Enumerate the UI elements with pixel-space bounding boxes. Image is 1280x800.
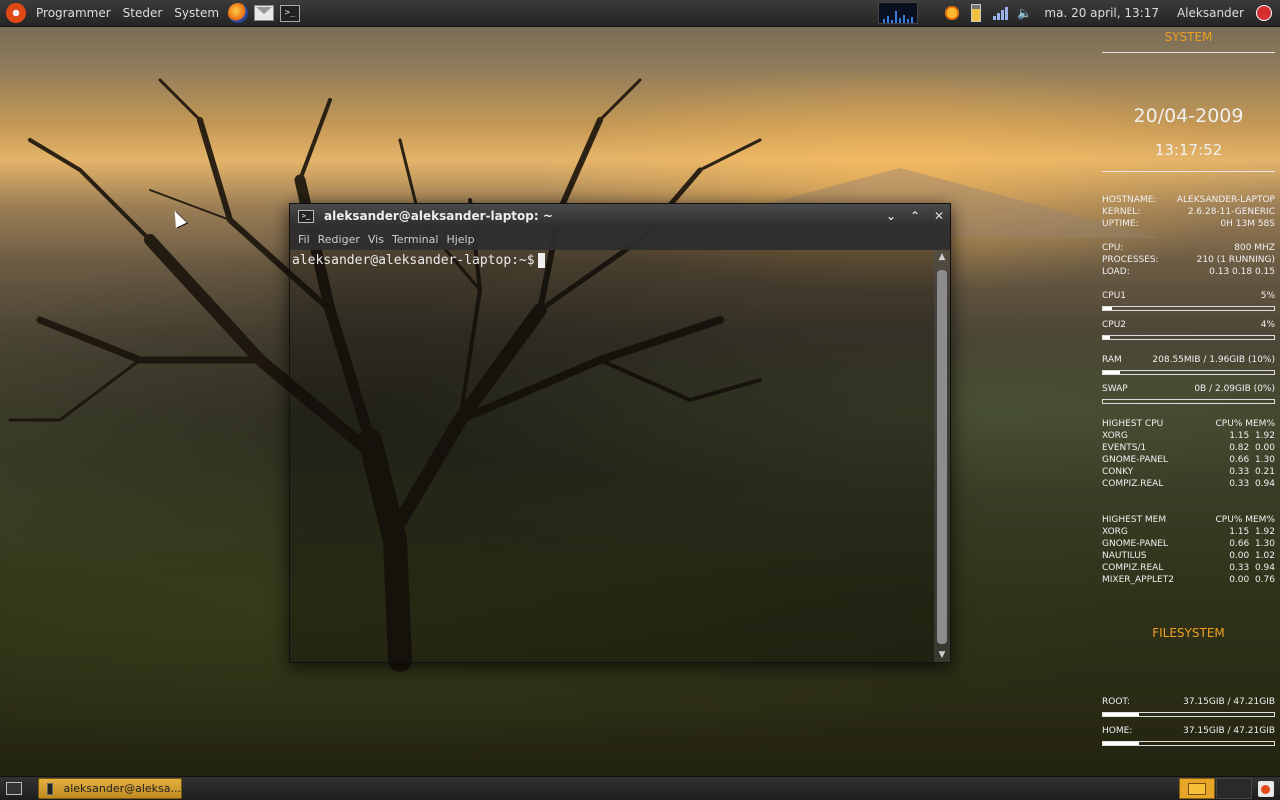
ram-bar bbox=[1102, 370, 1275, 375]
filesystem-heading: FILESYSTEM bbox=[1152, 626, 1225, 640]
info-row: PROCESSES: 210 (1 RUNNING) bbox=[1102, 255, 1275, 265]
process-row: XORG 1.15 1.92 bbox=[1102, 431, 1275, 441]
maximize-button[interactable]: ⌃ bbox=[904, 207, 926, 225]
highest-cpu-header: HIGHEST CPU CPU% MEM% bbox=[1102, 419, 1275, 429]
terminal-launcher[interactable]: >_ bbox=[279, 2, 301, 24]
mail-launcher[interactable] bbox=[253, 2, 275, 24]
terminal-window: >_ aleksander@aleksander-laptop: ~ ⌄ ⌃ ✕… bbox=[289, 203, 951, 663]
process-row: XORG 1.15 1.92 bbox=[1102, 527, 1275, 537]
text-cursor bbox=[537, 253, 545, 268]
terminal-icon: >_ bbox=[280, 4, 301, 22]
user-menu[interactable]: Aleksander bbox=[1171, 0, 1250, 26]
window-titlebar[interactable]: >_ aleksander@aleksander-laptop: ~ ⌄ ⌃ ✕ bbox=[290, 204, 950, 228]
mail-icon bbox=[254, 5, 275, 21]
menu-places[interactable]: Steder bbox=[117, 0, 169, 26]
home-bar bbox=[1102, 741, 1275, 746]
process-row: EVENTS/1 0.82 0.00 bbox=[1102, 443, 1275, 453]
scroll-down-arrow-icon[interactable]: ▼ bbox=[934, 648, 950, 662]
terminal-icon: >_ bbox=[298, 209, 314, 223]
weather-icon[interactable] bbox=[943, 4, 962, 22]
volume-icon[interactable]: 🔈 bbox=[1015, 4, 1033, 22]
home-row: HOME: 37.15GIB / 47.21GIB bbox=[1102, 726, 1275, 736]
root-row: ROOT: 37.15GIB / 47.21GIB bbox=[1102, 697, 1275, 707]
taskbar-terminal-button[interactable]: aleksander@aleksa... bbox=[38, 778, 182, 799]
info-row: UPTIME: 0H 13M 58S bbox=[1102, 219, 1275, 229]
menu-terminal[interactable]: Terminal bbox=[388, 233, 443, 246]
terminal-icon bbox=[47, 782, 54, 795]
firefox-launcher[interactable] bbox=[227, 2, 249, 24]
ram-row: RAM 208.55MIB / 1.96GIB (10%) bbox=[1102, 355, 1275, 365]
menu-file[interactable]: Fil bbox=[294, 233, 314, 246]
info-row: KERNEL: 2.6.28-11-GENERIC bbox=[1102, 207, 1275, 217]
menu-applications[interactable]: Programmer bbox=[30, 0, 117, 26]
ubuntu-logo-icon[interactable] bbox=[6, 3, 26, 23]
scrollbar-thumb[interactable] bbox=[937, 270, 947, 644]
taskbar-label: aleksander@aleksa... bbox=[63, 782, 181, 795]
conky-time: 13:17:52 bbox=[1154, 141, 1223, 159]
swap-row: SWAP 0B / 2.09GIB (0%) bbox=[1102, 384, 1275, 394]
workspace-2[interactable] bbox=[1216, 778, 1252, 799]
root-bar bbox=[1102, 712, 1275, 717]
terminal-scrollbar[interactable]: ▲ ▼ bbox=[934, 250, 950, 662]
info-row: LOAD: 0.13 0.18 0.15 bbox=[1102, 267, 1275, 277]
system-monitor-applet[interactable] bbox=[878, 2, 919, 24]
highest-mem-header: HIGHEST MEM CPU% MEM% bbox=[1102, 515, 1275, 525]
network-signal-icon[interactable] bbox=[991, 4, 1009, 22]
process-row: COMPIZ.REAL 0.33 0.94 bbox=[1102, 479, 1275, 489]
menu-help[interactable]: Hjelp bbox=[442, 233, 478, 246]
divider bbox=[1102, 52, 1275, 53]
firefox-icon bbox=[228, 3, 249, 23]
menu-view[interactable]: Vis bbox=[364, 233, 388, 246]
show-desktop-icon[interactable] bbox=[6, 782, 22, 795]
minimize-button[interactable]: ⌄ bbox=[880, 207, 902, 225]
process-row: MIXER_APPLET2 0.00 0.76 bbox=[1102, 575, 1275, 585]
terminal-menubar: Fil Rediger Vis Terminal Hjelp bbox=[290, 228, 950, 250]
process-row: COMPIZ.REAL 0.33 0.94 bbox=[1102, 563, 1275, 573]
terminal-output[interactable]: aleksander@aleksander-laptop:~$ bbox=[290, 250, 934, 662]
scroll-up-arrow-icon[interactable]: ▲ bbox=[934, 250, 950, 264]
bottom-panel: aleksander@aleksa... bbox=[0, 776, 1280, 800]
conky-date: 20/04-2009 bbox=[1133, 105, 1244, 127]
top-panel: Programmer Steder System >_ 🔈 ma. 20 apr… bbox=[0, 0, 1280, 27]
battery-icon[interactable] bbox=[967, 4, 985, 22]
power-icon[interactable] bbox=[1256, 5, 1272, 21]
cpu2-row: CPU2 4% bbox=[1102, 320, 1275, 330]
close-button[interactable]: ✕ bbox=[928, 207, 950, 225]
menu-edit[interactable]: Rediger bbox=[314, 233, 364, 246]
cpu2-bar bbox=[1102, 335, 1275, 340]
window-title: aleksander@aleksander-laptop: ~ bbox=[324, 209, 553, 223]
menu-system[interactable]: System bbox=[168, 0, 225, 26]
panel-clock[interactable]: ma. 20 april, 13:17 bbox=[1036, 6, 1171, 20]
cpu1-bar bbox=[1102, 306, 1275, 311]
system-heading: SYSTEM bbox=[1164, 30, 1213, 44]
shell-prompt: aleksander@aleksander-laptop:~$ bbox=[292, 253, 535, 268]
trash-icon[interactable] bbox=[1258, 780, 1274, 797]
info-row: HOSTNAME: ALEKSANDER-LAPTOP bbox=[1102, 195, 1275, 205]
cpu1-row: CPU1 5% bbox=[1102, 291, 1275, 301]
swap-bar bbox=[1102, 399, 1275, 404]
info-row: CPU: 800 MHZ bbox=[1102, 243, 1275, 253]
process-row: NAUTILUS 0.00 1.02 bbox=[1102, 551, 1275, 561]
divider bbox=[1102, 171, 1275, 172]
process-row: GNOME-PANEL 0.66 1.30 bbox=[1102, 539, 1275, 549]
workspace-1[interactable] bbox=[1179, 778, 1215, 799]
process-row: GNOME-PANEL 0.66 1.30 bbox=[1102, 455, 1275, 465]
conky-monitor: SYSTEM 20/04-2009 13:17:52 HOSTNAME: ALEK… bbox=[1102, 30, 1275, 754]
process-row: CONKY 0.33 0.21 bbox=[1102, 467, 1275, 477]
